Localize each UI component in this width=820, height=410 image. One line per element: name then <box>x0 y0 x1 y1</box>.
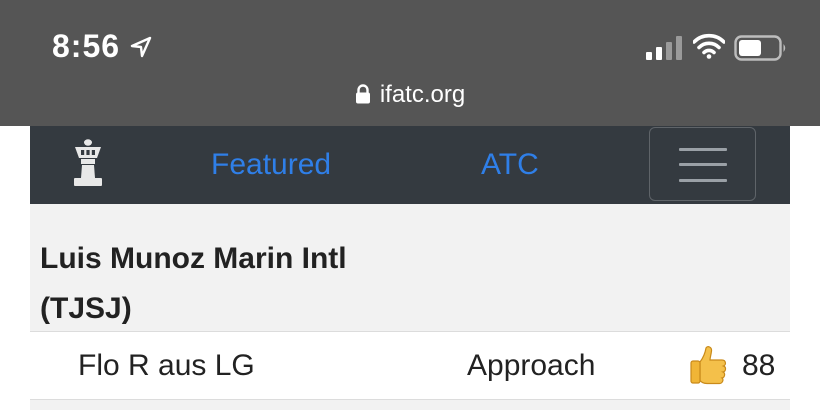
controller-row[interactable]: Flo R aus LG Approach 88 <box>30 332 790 400</box>
next-row-strip <box>30 400 790 410</box>
hamburger-menu-icon <box>679 148 727 151</box>
url-bar[interactable]: ifatc.org <box>0 78 820 112</box>
control-tower-icon[interactable] <box>72 138 104 188</box>
navbar-toggler-button[interactable] <box>649 127 756 201</box>
status-time: 8:56 <box>52 28 121 64</box>
airport-name: Luis Munoz Marin Intl (TJSJ) <box>40 234 460 334</box>
url-text: ifatc.org <box>379 81 466 108</box>
location-arrow-icon <box>130 36 152 58</box>
nav-link-atc[interactable]: ATC <box>481 148 539 182</box>
status-bar: 8:56 ifatc.org <box>0 0 820 126</box>
lock-icon <box>355 84 370 104</box>
controller-role: Approach <box>467 349 596 382</box>
airport-code: (TJSJ) <box>40 292 132 325</box>
wifi-icon <box>693 33 725 59</box>
hamburger-menu-icon-bar <box>679 179 727 182</box>
cellular-signal-icon <box>646 36 682 60</box>
controller-score: 88 <box>742 349 776 382</box>
navbar: Featured ATC <box>30 126 790 204</box>
hamburger-menu-icon-bar <box>679 163 727 166</box>
thumbs-up-icon <box>690 346 727 385</box>
nav-link-featured[interactable]: Featured <box>211 148 331 182</box>
battery-icon <box>734 35 786 61</box>
airport-header: Luis Munoz Marin Intl (TJSJ) <box>30 204 790 332</box>
controller-name: Flo R aus LG <box>78 349 255 382</box>
airport-name-line: Luis Munoz Marin Intl <box>40 242 347 275</box>
